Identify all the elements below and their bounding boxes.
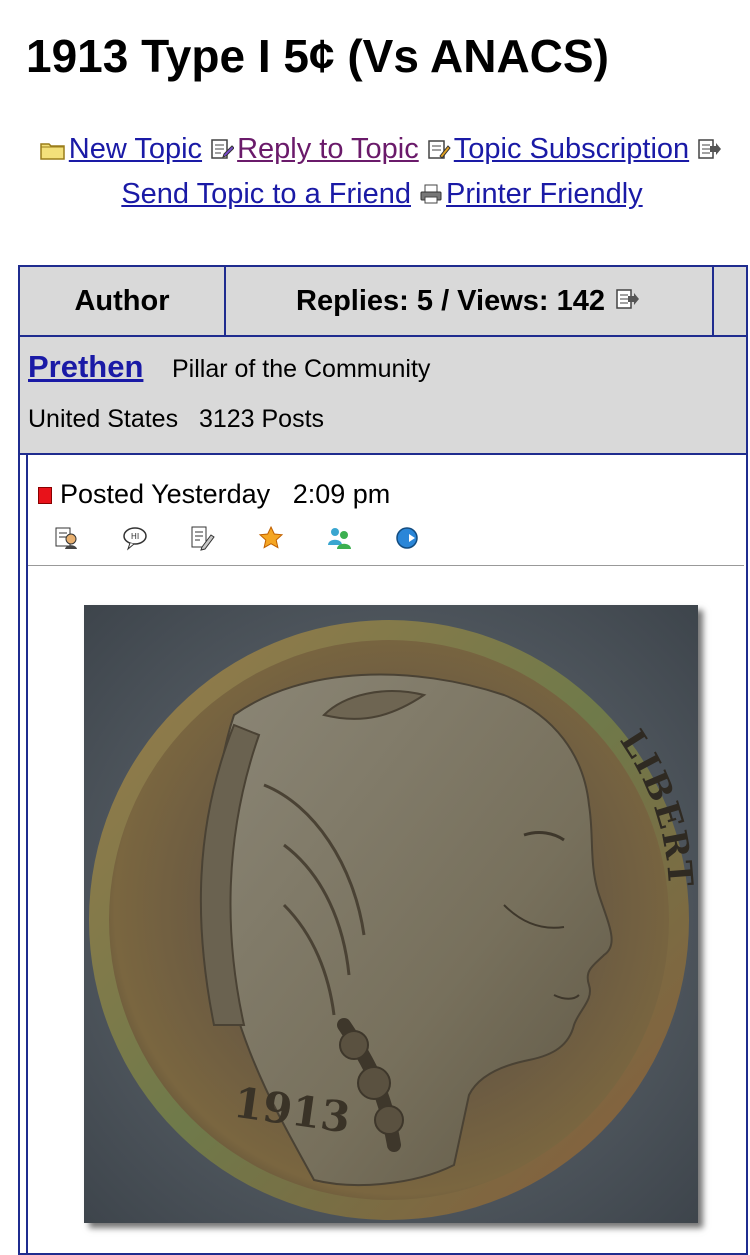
post-body: Posted Yesterday 2:09 pm HI LIBERT 1913 [26,455,744,1255]
printer-friendly-link[interactable]: Printer Friendly [446,178,643,210]
author-meta: United States 3123 Posts [28,405,324,434]
send-topic-link[interactable]: Send Topic to a Friend [121,178,411,210]
post-marker-icon [38,487,52,504]
svg-text:HI: HI [131,532,139,541]
printer-icon [419,175,443,218]
replies-views-label: Replies: 5 / Views: 142 [296,284,605,317]
coin-photo: LIBERTY 1913 [84,605,698,1223]
new-topic-link[interactable]: New Topic [69,133,202,165]
posted-line: Posted Yesterday 2:09 pm [38,479,390,510]
reply-icon [210,130,235,173]
subscription-icon [427,130,451,173]
page-title: 1913 Type I 5¢ (Vs ANACS) [26,30,609,82]
author-post-count: 3123 Posts [198,405,325,433]
profile-icon[interactable] [54,525,80,551]
author-column-header: Author [20,267,226,335]
edit-icon[interactable] [190,525,216,551]
posted-time: 2:09 pm [292,479,391,509]
folder-icon [40,130,66,173]
message-icon[interactable]: HI [122,525,148,551]
buddy-icon[interactable] [326,525,352,551]
star-icon[interactable] [258,525,284,551]
next-topic-icon[interactable] [615,285,639,318]
post-divider [28,565,744,566]
reply-to-topic-link[interactable]: Reply to Topic [237,133,419,165]
author-name-link[interactable]: Prethen [28,349,143,385]
posted-label: Posted [60,479,145,509]
post-toolbar: HI [54,525,462,553]
topic-subscription-link[interactable]: Topic Subscription [454,133,689,165]
web-icon[interactable] [394,525,420,551]
stats-column-header: Replies: 5 / Views: 142 [226,267,714,335]
posted-day: Yesterday [151,479,271,509]
author-rank: Pillar of the Community [172,355,431,383]
author-info: Prethen Pillar of the Community United S… [20,337,746,455]
topic-actions: New Topic Reply to Topic Topic Subscript… [14,128,750,218]
author-country: United States [28,405,179,433]
topic-table: Author Replies: 5 / Views: 142 Prethen P… [18,265,748,1255]
table-header: Author Replies: 5 / Views: 142 [20,267,746,337]
send-to-friend-icon [697,130,722,173]
